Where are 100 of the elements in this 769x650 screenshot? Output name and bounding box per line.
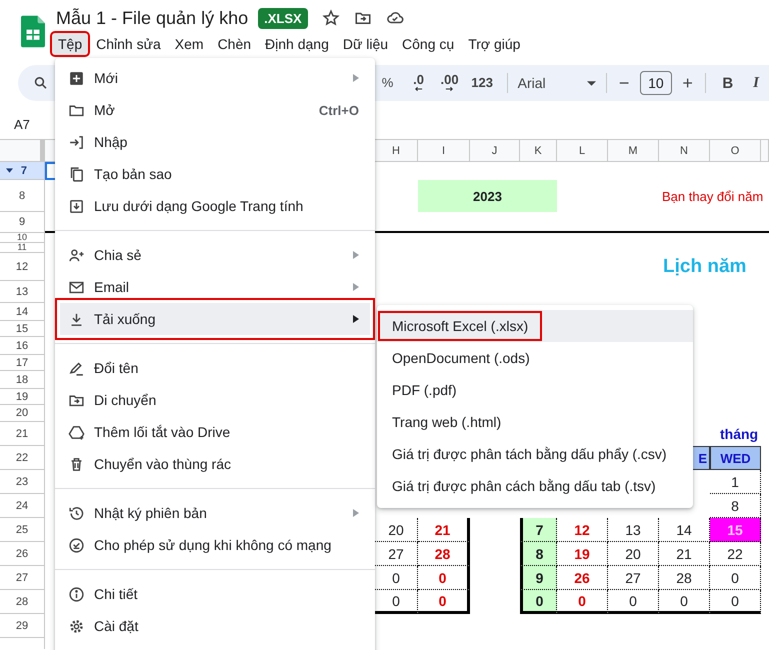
row-header[interactable]: 24 <box>0 494 45 518</box>
calendar-cell: 7 <box>520 518 557 542</box>
row-header[interactable]: 25 <box>0 518 45 542</box>
increase-size-button[interactable]: + <box>676 69 700 97</box>
menu-item[interactable]: Trợ giúp <box>462 33 526 55</box>
menu-item[interactable]: Cho phép sử dụng khi không có mạng <box>55 529 375 561</box>
row-header[interactable]: 20 <box>0 405 45 422</box>
row-header[interactable]: 29 <box>0 614 45 638</box>
calendar-cell: 0 <box>418 590 470 614</box>
calendar-title: Lịch năm <box>662 255 748 279</box>
row-header[interactable]: 27 <box>0 566 45 590</box>
search-icon[interactable] <box>33 75 49 91</box>
row-header[interactable]: 7 <box>0 162 45 180</box>
row-header[interactable]: 23 <box>0 470 45 494</box>
menu-item[interactable]: Chia sẻ <box>55 239 375 271</box>
menu-item[interactable]: Tạo bản sao <box>55 158 375 190</box>
calendar-cell: 0 <box>608 590 659 614</box>
decrease-size-button[interactable]: − <box>612 69 636 97</box>
column-header[interactable]: M <box>608 139 659 162</box>
menu-item[interactable]: Mới <box>55 62 375 94</box>
pencil-icon <box>68 360 85 376</box>
calendar-cell: 22 <box>710 542 761 566</box>
row-header[interactable]: 26 <box>0 542 45 566</box>
row-header[interactable]: 22 <box>0 446 45 470</box>
menu-item[interactable]: Đổi tên <box>55 352 375 384</box>
row-header[interactable]: 15 <box>0 321 45 337</box>
calendar-cell: 26 <box>557 566 608 590</box>
row-header[interactable]: 10 <box>0 233 45 243</box>
plus-square-icon <box>68 70 85 86</box>
format-button[interactable]: % <box>374 69 402 97</box>
menu-item[interactable]: Giá trị được phân cách bằng dấu tab (.tsv) <box>377 470 693 502</box>
document-title[interactable]: Mẫu 1 - File quản lý kho <box>54 8 248 28</box>
row-header[interactable]: 11 <box>0 243 45 253</box>
row-header[interactable]: 21 <box>0 422 45 446</box>
menu-item[interactable]: Nhật ký phiên bản <box>55 497 375 529</box>
menu-item[interactable]: Microsoft Excel (.xlsx) <box>377 310 693 342</box>
menu-item[interactable]: Tải xuống <box>60 303 370 335</box>
row-header[interactable]: 18 <box>0 371 45 389</box>
menu-item[interactable]: Email <box>55 271 375 303</box>
calendar-cell: 28 <box>418 542 470 566</box>
menu-item[interactable]: OpenDocument (.ods) <box>377 342 693 374</box>
year-cell: 2023 <box>418 180 557 212</box>
menu-item[interactable]: Chỉnh sửa <box>90 33 167 55</box>
menu-item[interactable]: PDF (.pdf) <box>377 374 693 406</box>
column-header[interactable]: I <box>418 139 470 162</box>
calendar-cell: 0 <box>418 566 470 590</box>
calendar-cell: 21 <box>418 518 470 542</box>
calendar-cell: 20 <box>608 542 659 566</box>
italic-button[interactable]: I <box>743 69 769 97</box>
row-header[interactable]: 28 <box>0 590 45 614</box>
calendar-cell: 28 <box>659 566 710 590</box>
menu-item[interactable]: Dữ liệu <box>336 33 394 55</box>
row-header[interactable]: 12 <box>0 253 45 281</box>
format-button[interactable]: .0 <box>404 69 433 97</box>
column-header[interactable]: H <box>375 139 418 162</box>
menu-item[interactable]: Xem <box>168 33 210 55</box>
spreadsheet-logo-icon[interactable] <box>21 15 45 48</box>
column-header[interactable]: O <box>710 139 761 162</box>
person-add-icon <box>68 246 85 264</box>
menu-item[interactable]: Tệp <box>52 33 88 55</box>
row-header[interactable]: 13 <box>0 281 45 303</box>
calendar-cell: 0 <box>557 590 608 614</box>
calendar-cell: 0 <box>659 590 710 614</box>
column-header[interactable]: J <box>470 139 520 162</box>
menu-item[interactable]: Cài đặt <box>55 610 375 642</box>
format-button[interactable]: .00 <box>436 69 464 97</box>
column-header[interactable]: K <box>520 139 557 162</box>
gear-icon <box>68 618 85 634</box>
row-header[interactable]: 14 <box>0 303 45 321</box>
menu-item[interactable]: Di chuyển <box>55 384 375 416</box>
menu-item[interactable]: Mở Ctrl+O <box>55 94 375 126</box>
row-header[interactable]: 17 <box>0 355 45 371</box>
arrow-right-icon <box>445 86 454 92</box>
star-icon[interactable] <box>322 9 340 27</box>
menu-item[interactable]: Thêm lối tắt vào Drive <box>55 416 375 448</box>
menu-item[interactable]: Định dạng <box>259 33 335 55</box>
menu-item[interactable]: Chuyển vào thùng rác <box>55 448 375 480</box>
calendar-cell: 0 <box>710 566 761 590</box>
font-size-field[interactable]: 10 <box>640 71 672 95</box>
menu-item[interactable]: Chèn <box>212 33 258 55</box>
font-dropdown[interactable]: Arial <box>514 75 600 91</box>
column-header[interactable]: L <box>557 139 608 162</box>
dropdown-arrow-icon <box>6 168 13 173</box>
month-label: tháng <box>719 425 760 444</box>
row-header[interactable]: 8 <box>0 180 45 212</box>
caret-icon <box>586 80 596 86</box>
format-button[interactable]: 123 <box>466 69 498 97</box>
row-header[interactable]: 9 <box>0 212 45 233</box>
menu-item[interactable]: Công cụ <box>396 33 460 55</box>
menu-item[interactable]: Nhập <box>55 126 375 158</box>
row-header[interactable]: 19 <box>0 389 45 405</box>
row-header[interactable]: 16 <box>0 337 45 355</box>
name-box[interactable]: A7 <box>14 116 30 132</box>
menu-item[interactable]: Chi tiết <box>55 578 375 610</box>
menu-item[interactable]: Trang web (.html) <box>377 406 693 438</box>
menu-item[interactable]: Lưu dưới dạng Google Trang tính <box>55 190 375 222</box>
bold-button[interactable]: B <box>712 69 744 97</box>
offline-check-icon <box>68 536 85 554</box>
column-header[interactable]: N <box>659 139 710 162</box>
note-text: Bạn thay đổi năm <box>661 188 764 206</box>
